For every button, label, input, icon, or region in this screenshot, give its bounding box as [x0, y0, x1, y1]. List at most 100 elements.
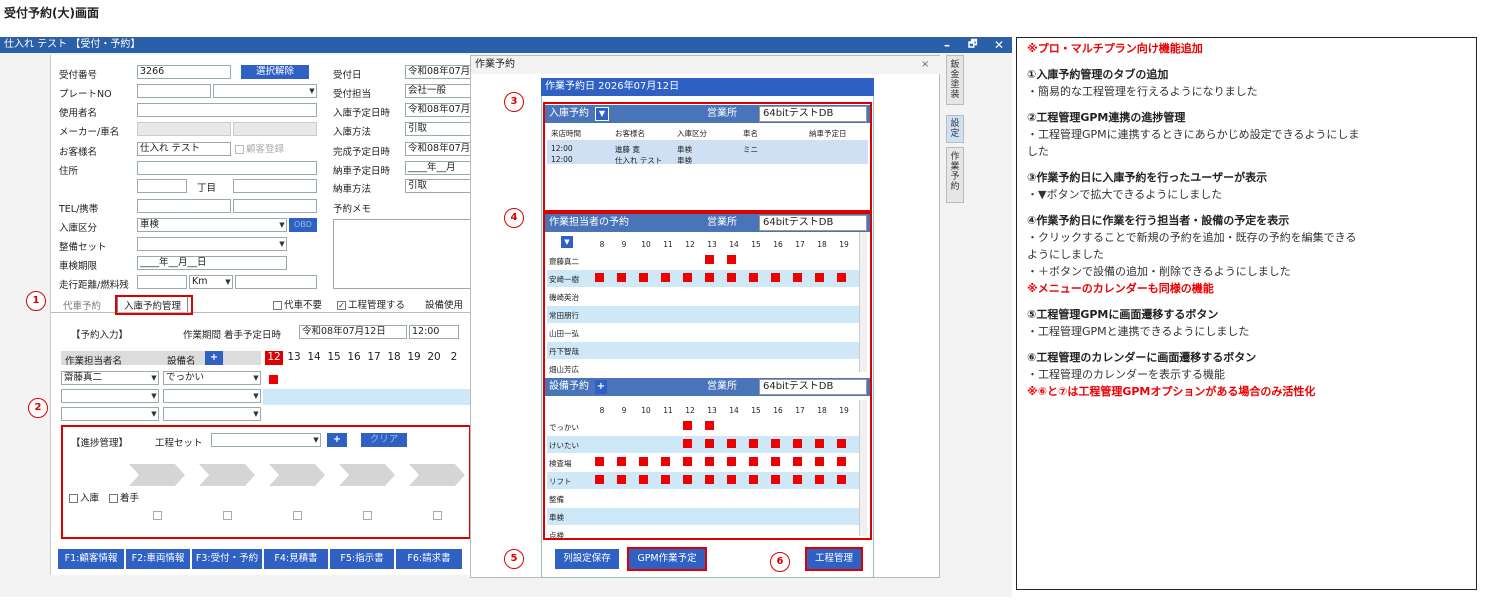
window-title: 仕入れ テスト 【受付・予約】: [4, 39, 141, 50]
grid-day-number: 18: [387, 351, 401, 363]
clear-selection-button[interactable]: 選択解除: [241, 65, 309, 79]
note-body: ・簡易的な工程管理を行えるようになりました: [1027, 85, 1258, 98]
form-label: 住所: [59, 166, 79, 177]
work-reservation-window: 作業予約 × 作業予約日 2026年07月12日 入庫予約 ▼ 営業所 64bi…: [470, 55, 941, 578]
save-columns-button[interactable]: 列設定保存: [555, 549, 619, 569]
minimize-icon[interactable]: –: [944, 37, 950, 53]
car-name-field[interactable]: [233, 122, 317, 136]
restore-icon[interactable]: 🗗: [968, 37, 977, 53]
notes-items: ①入庫予約管理のタブの追加 ・簡易的な工程管理を行えるようになりました ②工程管理G…: [1027, 68, 1466, 399]
form-label-right: 納車予定日時: [333, 166, 391, 177]
tel-field[interactable]: [137, 199, 231, 213]
customer-name-field[interactable]: 仕入れ テスト: [137, 142, 231, 156]
form-label-right: 受付担当: [333, 89, 372, 100]
work-time-field[interactable]: 12:00: [409, 325, 459, 339]
staff-select[interactable]: 齋藤真二 ▼: [61, 371, 159, 385]
grid-day-number: 14: [307, 351, 321, 363]
chevron-down-icon: ▼: [309, 87, 315, 95]
fuel-field[interactable]: [235, 275, 317, 289]
staff-select-3[interactable]: ▼: [61, 407, 159, 421]
f2-button[interactable]: F2:車両情報: [126, 549, 190, 569]
side-tab-bodywork[interactable]: 鈑金塗装: [946, 55, 964, 105]
chevron-down-icon: ▼: [225, 278, 231, 286]
right-value-field[interactable]: 令和08年07月: [405, 142, 471, 156]
f4-button[interactable]: F4:見積書: [264, 549, 328, 569]
tab-loaner-reservation[interactable]: 代車予約: [63, 298, 101, 312]
note-heading: ④作業予約日に作業を行う担当者・設備の予定を表示: [1027, 214, 1290, 227]
right-value-field[interactable]: ____年__月: [405, 161, 471, 175]
grid-day-number: 12: [265, 351, 283, 365]
chevron-down-icon: ▼: [279, 221, 285, 229]
plate-no-field[interactable]: [137, 84, 211, 98]
reservation-input-title: 【予約入力】: [71, 330, 129, 341]
grid-day-number: 20: [427, 351, 441, 363]
feature-notes: ※プロ・マルチプラン向け機能追加 ①入庫予約管理のタブの追加 ・簡易的な工程管理を…: [1016, 37, 1477, 590]
entry-type-dropdown[interactable]: ▼: [275, 218, 287, 232]
mileage-field[interactable]: [137, 275, 187, 289]
note-heading: ①入庫予約管理のタブの追加: [1027, 68, 1169, 81]
mobile-field[interactable]: [233, 199, 317, 213]
staff-select-2[interactable]: ▼: [61, 389, 159, 403]
sub-window-titlebar: 作業予約 ×: [471, 56, 941, 74]
equipment-select[interactable]: でっかい ▼: [163, 371, 261, 385]
entry-type-select[interactable]: 車検: [137, 218, 287, 232]
km-dropdown[interactable]: ▼: [219, 275, 233, 289]
highlight-process: [805, 547, 863, 571]
maintenance-set-select[interactable]: ▼: [137, 237, 287, 251]
note-body: ・工程管理GPMに連携するときにあらかじめ設定できるようにしま: [1027, 128, 1360, 141]
register-customer-checkbox[interactable]: 顧客登録: [235, 141, 284, 155]
right-value-field[interactable]: 令和08年07月: [405, 65, 471, 79]
grid-day-number: 15: [327, 351, 341, 363]
process-manage-checkbox[interactable]: ✓ 工程管理する: [337, 297, 405, 311]
highlight-tab: [115, 295, 193, 315]
no-loaner-checkbox[interactable]: 代車不要: [273, 297, 322, 311]
work-period-label: 作業期間 着手予定日時: [183, 330, 282, 341]
address-field-3[interactable]: [233, 179, 317, 193]
marker-4: 4: [504, 208, 524, 228]
chevron-down-icon: ▼: [151, 374, 157, 382]
reservation-block[interactable]: [269, 375, 278, 384]
tab-divider: [51, 312, 471, 313]
right-value-field[interactable]: 引取: [405, 122, 471, 136]
f1-button[interactable]: F1:顧客情報: [58, 549, 124, 569]
user-name-field[interactable]: [137, 103, 317, 117]
equipment-select-2[interactable]: ▼: [163, 389, 261, 403]
grid-day-number: 13: [287, 351, 301, 363]
form-label: 入庫区分: [59, 223, 98, 234]
obd-button[interactable]: OBD: [289, 218, 317, 232]
plate-no-select[interactable]: ▼: [213, 84, 317, 98]
highlight-progress: [61, 425, 471, 539]
window-titlebar: 仕入れ テスト 【受付・予約】 – 🗗 ✕: [0, 37, 1012, 53]
right-value-field[interactable]: 令和08年07月: [405, 103, 471, 117]
address-field[interactable]: [137, 161, 317, 175]
chevron-down-icon: ▼: [253, 374, 259, 382]
note-heading: ③作業予約日に入庫予約を行ったユーザーが表示: [1027, 171, 1268, 184]
marker-3: 3: [504, 92, 524, 112]
equipment-select-3[interactable]: ▼: [163, 407, 261, 421]
marker-5: 5: [504, 549, 524, 569]
form-label: 車検期限: [59, 261, 98, 272]
receipt-no-field[interactable]: 3266: [137, 65, 231, 79]
add-equipment-button[interactable]: +: [205, 351, 223, 365]
f3-button[interactable]: F3:受付・予約: [192, 549, 262, 569]
f5-button[interactable]: F5:指示書: [330, 549, 394, 569]
side-tab-work-reservation[interactable]: 作業予約: [946, 147, 964, 203]
form-label-right: 入庫方法: [333, 127, 372, 138]
chevron-down-icon: ▼: [279, 240, 285, 248]
note-body: ・▼ボタンで拡大できるようにしました: [1027, 188, 1223, 201]
side-tab-settings[interactable]: 設定: [946, 115, 964, 143]
close-icon[interactable]: ✕: [994, 37, 1004, 53]
form-label: 整備セット: [59, 242, 107, 253]
note-body: ・＋ボタンで設備の追加・削除できるようにしました: [1027, 265, 1291, 278]
address-field-2[interactable]: [137, 179, 187, 193]
maker-field[interactable]: [137, 122, 231, 136]
reservation-memo[interactable]: [333, 219, 473, 289]
work-date-select[interactable]: 令和08年07月12日: [299, 325, 407, 339]
inspection-date-field[interactable]: ____年__月__日: [137, 256, 287, 270]
f6-button[interactable]: F6:請求書: [396, 549, 462, 569]
close-icon[interactable]: ×: [921, 56, 929, 74]
form-label: TEL/携帯: [59, 204, 99, 215]
right-value-field[interactable]: 会社一般: [405, 84, 471, 98]
grid-row-highlight: [263, 389, 471, 405]
right-value-field[interactable]: 引取: [405, 179, 471, 193]
